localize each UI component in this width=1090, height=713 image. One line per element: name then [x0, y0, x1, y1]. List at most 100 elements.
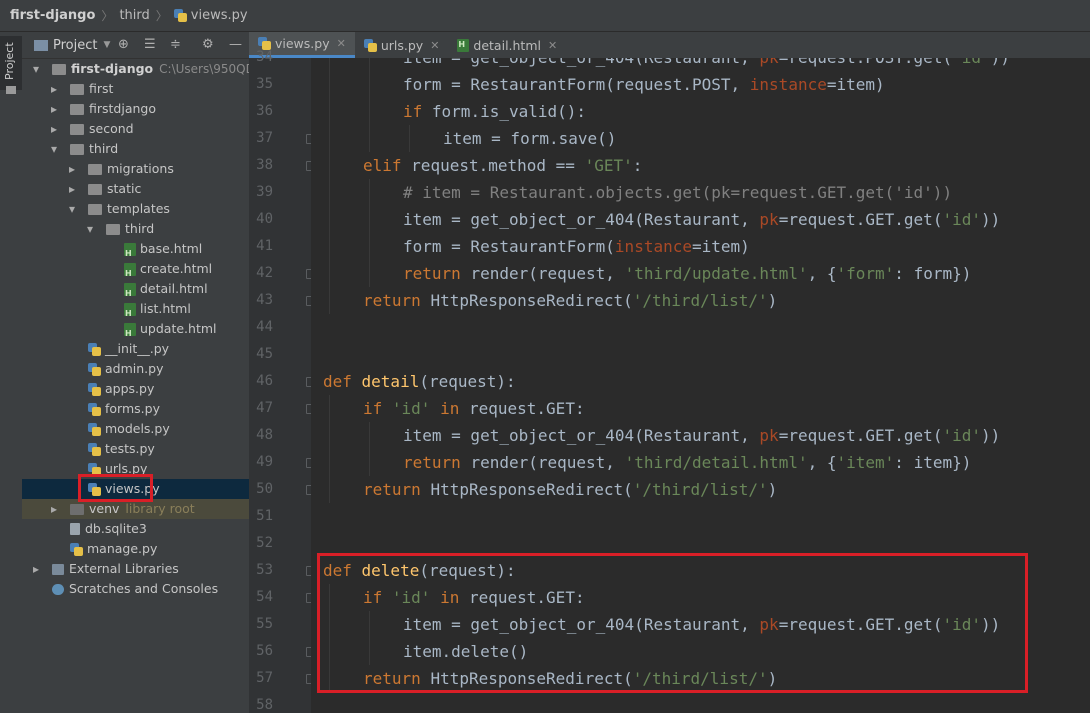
expand-all-icon[interactable]: ≑ [170, 38, 181, 51]
tree-item-content: detail.html [124, 279, 208, 304]
line-number: 42 [256, 265, 273, 281]
folder-icon [70, 103, 84, 115]
tree-item-label: apps.py [105, 381, 155, 396]
tree-item[interactable]: ▸ migrations [22, 159, 249, 179]
line-number: 54 [256, 589, 273, 605]
line-number: 38 [256, 157, 273, 173]
chevron-right-icon[interactable]: ▸ [51, 99, 57, 119]
editor-tab-label: detail.html [473, 37, 541, 53]
indent-guide [329, 476, 330, 503]
indent-guide [369, 449, 370, 476]
tree-item-content: second [70, 119, 134, 139]
tree-item[interactable]: ▾ third [22, 139, 249, 159]
indent-guide [329, 58, 330, 71]
collapse-all-icon[interactable]: ☰ [144, 38, 156, 51]
chevron-down-icon[interactable]: ▾ [51, 139, 57, 159]
indent-guide [329, 449, 330, 476]
tree-item[interactable]: ▸ firstdjango [22, 99, 249, 119]
tree-item-label: Scratches and Consoles [69, 581, 219, 596]
editor-tab[interactable]: detail.html ✕ [448, 32, 566, 58]
tree-item-content: tests.py [88, 439, 155, 459]
tree-item-label: __init__.py [105, 341, 170, 356]
tree-item-label: first-django [71, 61, 154, 76]
tree-item[interactable]: forms.py [22, 399, 249, 419]
breadcrumb-folder[interactable]: third [119, 8, 149, 23]
tree-item[interactable]: ▸ second [22, 119, 249, 139]
tree-item[interactable]: __init__.py [22, 339, 249, 359]
breadcrumb-file[interactable]: views.py [191, 8, 248, 23]
tree-item[interactable]: ▾ templates [22, 199, 249, 219]
tree-item[interactable]: detail.html [22, 279, 249, 304]
tree-item[interactable]: list.html [22, 299, 249, 324]
tree-item-content: update.html [124, 319, 217, 344]
code-line: if 'id' in request.GET: [363, 399, 585, 418]
project-view-selector[interactable]: Project [53, 38, 97, 53]
line-number: 35 [256, 76, 273, 92]
folder-icon [70, 503, 84, 515]
tree-item[interactable]: update.html [22, 319, 249, 344]
chevron-right-icon[interactable]: ▸ [51, 119, 57, 139]
tree-item[interactable]: ▸ first [22, 79, 249, 99]
tree-item[interactable]: db.sqlite3 [22, 519, 249, 539]
code-line: return HttpResponseRedirect('/third/list… [363, 291, 778, 310]
tree-item[interactable]: tests.py [22, 439, 249, 459]
gear-icon[interactable]: ⚙ [202, 38, 214, 51]
views-file-highlight-box [78, 474, 153, 502]
line-number: 51 [256, 508, 273, 524]
tree-item[interactable]: apps.py [22, 379, 249, 399]
tree-item-label: detail.html [140, 281, 208, 296]
chevron-down-icon[interactable]: ▾ [87, 219, 93, 239]
project-tool-tab[interactable]: Project [0, 36, 22, 94]
editor-tab[interactable]: urls.py ✕ [355, 32, 449, 58]
line-number: 58 [256, 697, 273, 713]
tree-item[interactable]: models.py [22, 419, 249, 439]
tree-item-label: models.py [105, 421, 170, 436]
tree-item-label: second [89, 121, 134, 136]
code-line: return render(request, 'third/detail.htm… [403, 453, 972, 472]
breadcrumb-project[interactable]: first-django [10, 8, 95, 23]
tree-item-content: manage.py [70, 539, 157, 559]
code-line: form = RestaurantForm(instance=item) [403, 237, 750, 256]
minimize-icon[interactable]: — [229, 38, 242, 51]
tree-item[interactable]: Scratches and Consoles [22, 579, 249, 599]
chevron-right-icon[interactable]: ▸ [51, 499, 57, 519]
tree-item-content: third [70, 139, 118, 159]
close-icon[interactable]: ✕ [337, 37, 346, 50]
tree-item[interactable]: ▸ External Libraries [22, 559, 249, 579]
code-line: item = get_object_or_404(Restaurant, pk=… [403, 426, 1001, 445]
tree-item-content: templates [88, 199, 170, 219]
indent-guide [329, 152, 330, 179]
tree-item[interactable]: base.html [22, 239, 249, 264]
tree-item-label: manage.py [87, 541, 158, 556]
tree-item[interactable]: create.html [22, 259, 249, 284]
indent-guide [329, 287, 330, 314]
tree-item[interactable]: ▾ first-django C:\Users\950QDA- [22, 59, 267, 79]
line-number: 45 [256, 346, 273, 362]
tree-item[interactable]: manage.py [22, 539, 249, 559]
close-icon[interactable]: ✕ [430, 39, 439, 52]
chevron-down-icon[interactable]: ▾ [69, 199, 75, 219]
code-line: item = form.save() [443, 129, 617, 148]
close-icon[interactable]: ✕ [548, 39, 557, 52]
tree-item[interactable]: ▸ static [22, 179, 249, 199]
tree-item-label: third [125, 221, 155, 236]
tree-item-label: templates [107, 201, 170, 216]
chevron-right-icon[interactable]: ▸ [69, 159, 75, 179]
python-file-icon [70, 542, 83, 556]
tree-item[interactable]: admin.py [22, 359, 249, 379]
tree-item[interactable]: ▾ third [22, 219, 249, 239]
indent-guide [329, 206, 330, 233]
chevron-down-icon[interactable]: ▾ [33, 59, 39, 79]
editor-tab-label: urls.py [380, 37, 424, 53]
tree-item-label: static [107, 181, 142, 196]
line-number: 47 [256, 400, 273, 416]
tree-item-label: third [89, 141, 119, 156]
tree-item-label: admin.py [105, 361, 164, 376]
tree-item[interactable]: ▸ venv library root [22, 499, 249, 519]
chevron-right-icon[interactable]: ▸ [33, 559, 39, 579]
chevron-right-icon[interactable]: ▸ [51, 79, 57, 99]
editor-tab-bar: views.py ✕ urls.py ✕ detail.html ✕ [249, 32, 1090, 59]
chevron-right-icon[interactable]: ▸ [69, 179, 75, 199]
chevron-down-icon[interactable]: ▼ [103, 40, 110, 50]
target-icon[interactable]: ⊕ [118, 38, 129, 51]
